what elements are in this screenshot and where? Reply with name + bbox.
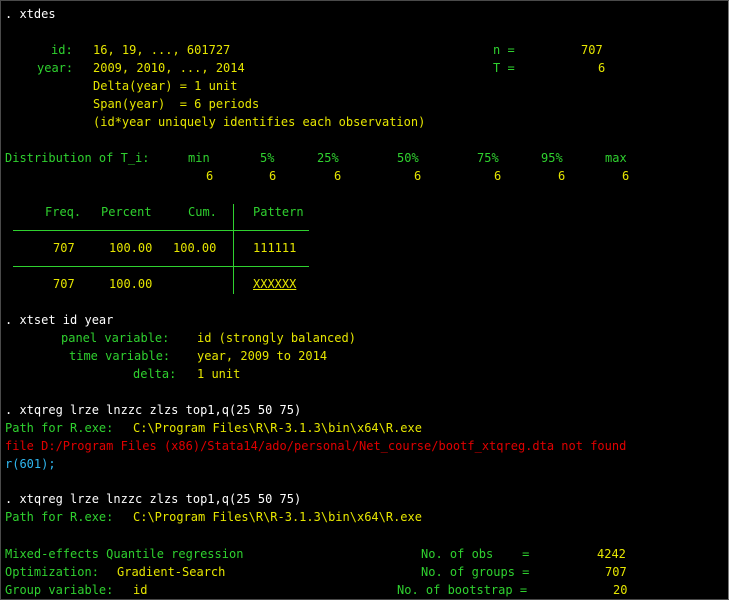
dist-header-max: max (605, 151, 627, 165)
pattern-header-pattern: Pattern (253, 205, 304, 219)
T-label: T = (493, 61, 515, 75)
span-line: Span(year) = 6 periods (93, 97, 260, 111)
path-label: Path for R.exe: (5, 510, 114, 524)
panel-variable-value: id (strongly balanced) (197, 331, 356, 345)
n-value: 707 (581, 43, 603, 57)
command-line: . xtqreg lrze lnzzc zlzs top1,q(25 50 75… (5, 403, 302, 417)
path-value: C:\Program Files\R\R-3.1.3\bin\x64\R.exe (133, 510, 422, 524)
pattern-total-percent: 100.00 (109, 277, 153, 291)
id-value: 16, 19, ..., 601727 (93, 43, 231, 57)
error-code-link[interactable]: r(601); (5, 455, 56, 473)
group-variable-label: Group variable: (5, 583, 114, 597)
pattern-total-pattern: XXXXXX (253, 277, 297, 291)
delta-line: Delta(year) = 1 unit (93, 79, 238, 93)
dist-header-p25: 25% (317, 151, 339, 165)
pattern-row-percent: 100.00 (109, 241, 153, 255)
table-divider (13, 266, 309, 267)
dist-header-p75: 75% (477, 151, 499, 165)
distribution-label: Distribution of T_i: (5, 151, 150, 165)
time-variable-label: time variable: (69, 349, 171, 363)
dist-value-max: 6 (622, 169, 630, 183)
command-line: . xtset id year (5, 313, 114, 327)
pattern-header-freq: Freq. (45, 205, 82, 219)
pattern-row-freq: 707 (53, 241, 75, 255)
obs-value: 4242 (597, 547, 626, 561)
groups-value: 707 (605, 565, 627, 579)
optimization-label: Optimization: (5, 565, 99, 579)
T-value: 6 (598, 61, 606, 75)
dist-value-p95: 6 (558, 169, 566, 183)
table-column-divider (233, 204, 234, 294)
dist-header-min: min (188, 151, 210, 165)
dist-value-p5: 6 (269, 169, 277, 183)
command-line: . xtdes (5, 7, 56, 21)
pattern-total-freq: 707 (53, 277, 75, 291)
pattern-row-pattern: 111111 (253, 241, 297, 255)
optimization-value: Gradient-Search (117, 565, 226, 579)
command-line: . xtqreg lrze lnzzc zlzs top1,q(25 50 75… (5, 492, 302, 506)
year-value: 2009, 2010, ..., 2014 (93, 61, 245, 75)
bootstrap-value: 20 (613, 583, 628, 597)
unique-line: (id*year uniquely identifies each observ… (93, 115, 426, 129)
dist-header-p50: 50% (397, 151, 419, 165)
time-variable-value: year, 2009 to 2014 (197, 349, 328, 363)
error-message: file D:/Program Files (x86)/Stata14/ado/… (5, 439, 627, 453)
dist-value-p75: 6 (494, 169, 502, 183)
delta-value: 1 unit (197, 367, 241, 381)
dist-header-p5: 5% (260, 151, 275, 165)
groups-label: No. of groups = (421, 565, 530, 579)
n-label: n = (493, 43, 515, 57)
delta-label: delta: (133, 367, 177, 381)
id-label: id: (51, 43, 73, 57)
dist-value-p25: 6 (334, 169, 342, 183)
dist-header-p95: 95% (541, 151, 563, 165)
dist-value-p50: 6 (414, 169, 422, 183)
group-variable-value: id (133, 583, 148, 597)
panel-variable-label: panel variable: (61, 331, 170, 345)
bootstrap-label: No. of bootstrap = (397, 583, 528, 597)
pattern-header-percent: Percent (101, 205, 152, 219)
pattern-header-cum: Cum. (188, 205, 217, 219)
obs-label: No. of obs = (421, 547, 530, 561)
year-label: year: (37, 61, 74, 75)
path-value: C:\Program Files\R\R-3.1.3\bin\x64\R.exe (133, 421, 422, 435)
pattern-row-cum: 100.00 (173, 241, 217, 255)
model-title: Mixed-effects Quantile regression (5, 547, 244, 561)
results-window: . xtdes id: 16, 19, ..., 601727 n = 707 … (0, 0, 729, 600)
path-label: Path for R.exe: (5, 421, 114, 435)
dist-value-min: 6 (206, 169, 214, 183)
table-divider (13, 230, 309, 231)
